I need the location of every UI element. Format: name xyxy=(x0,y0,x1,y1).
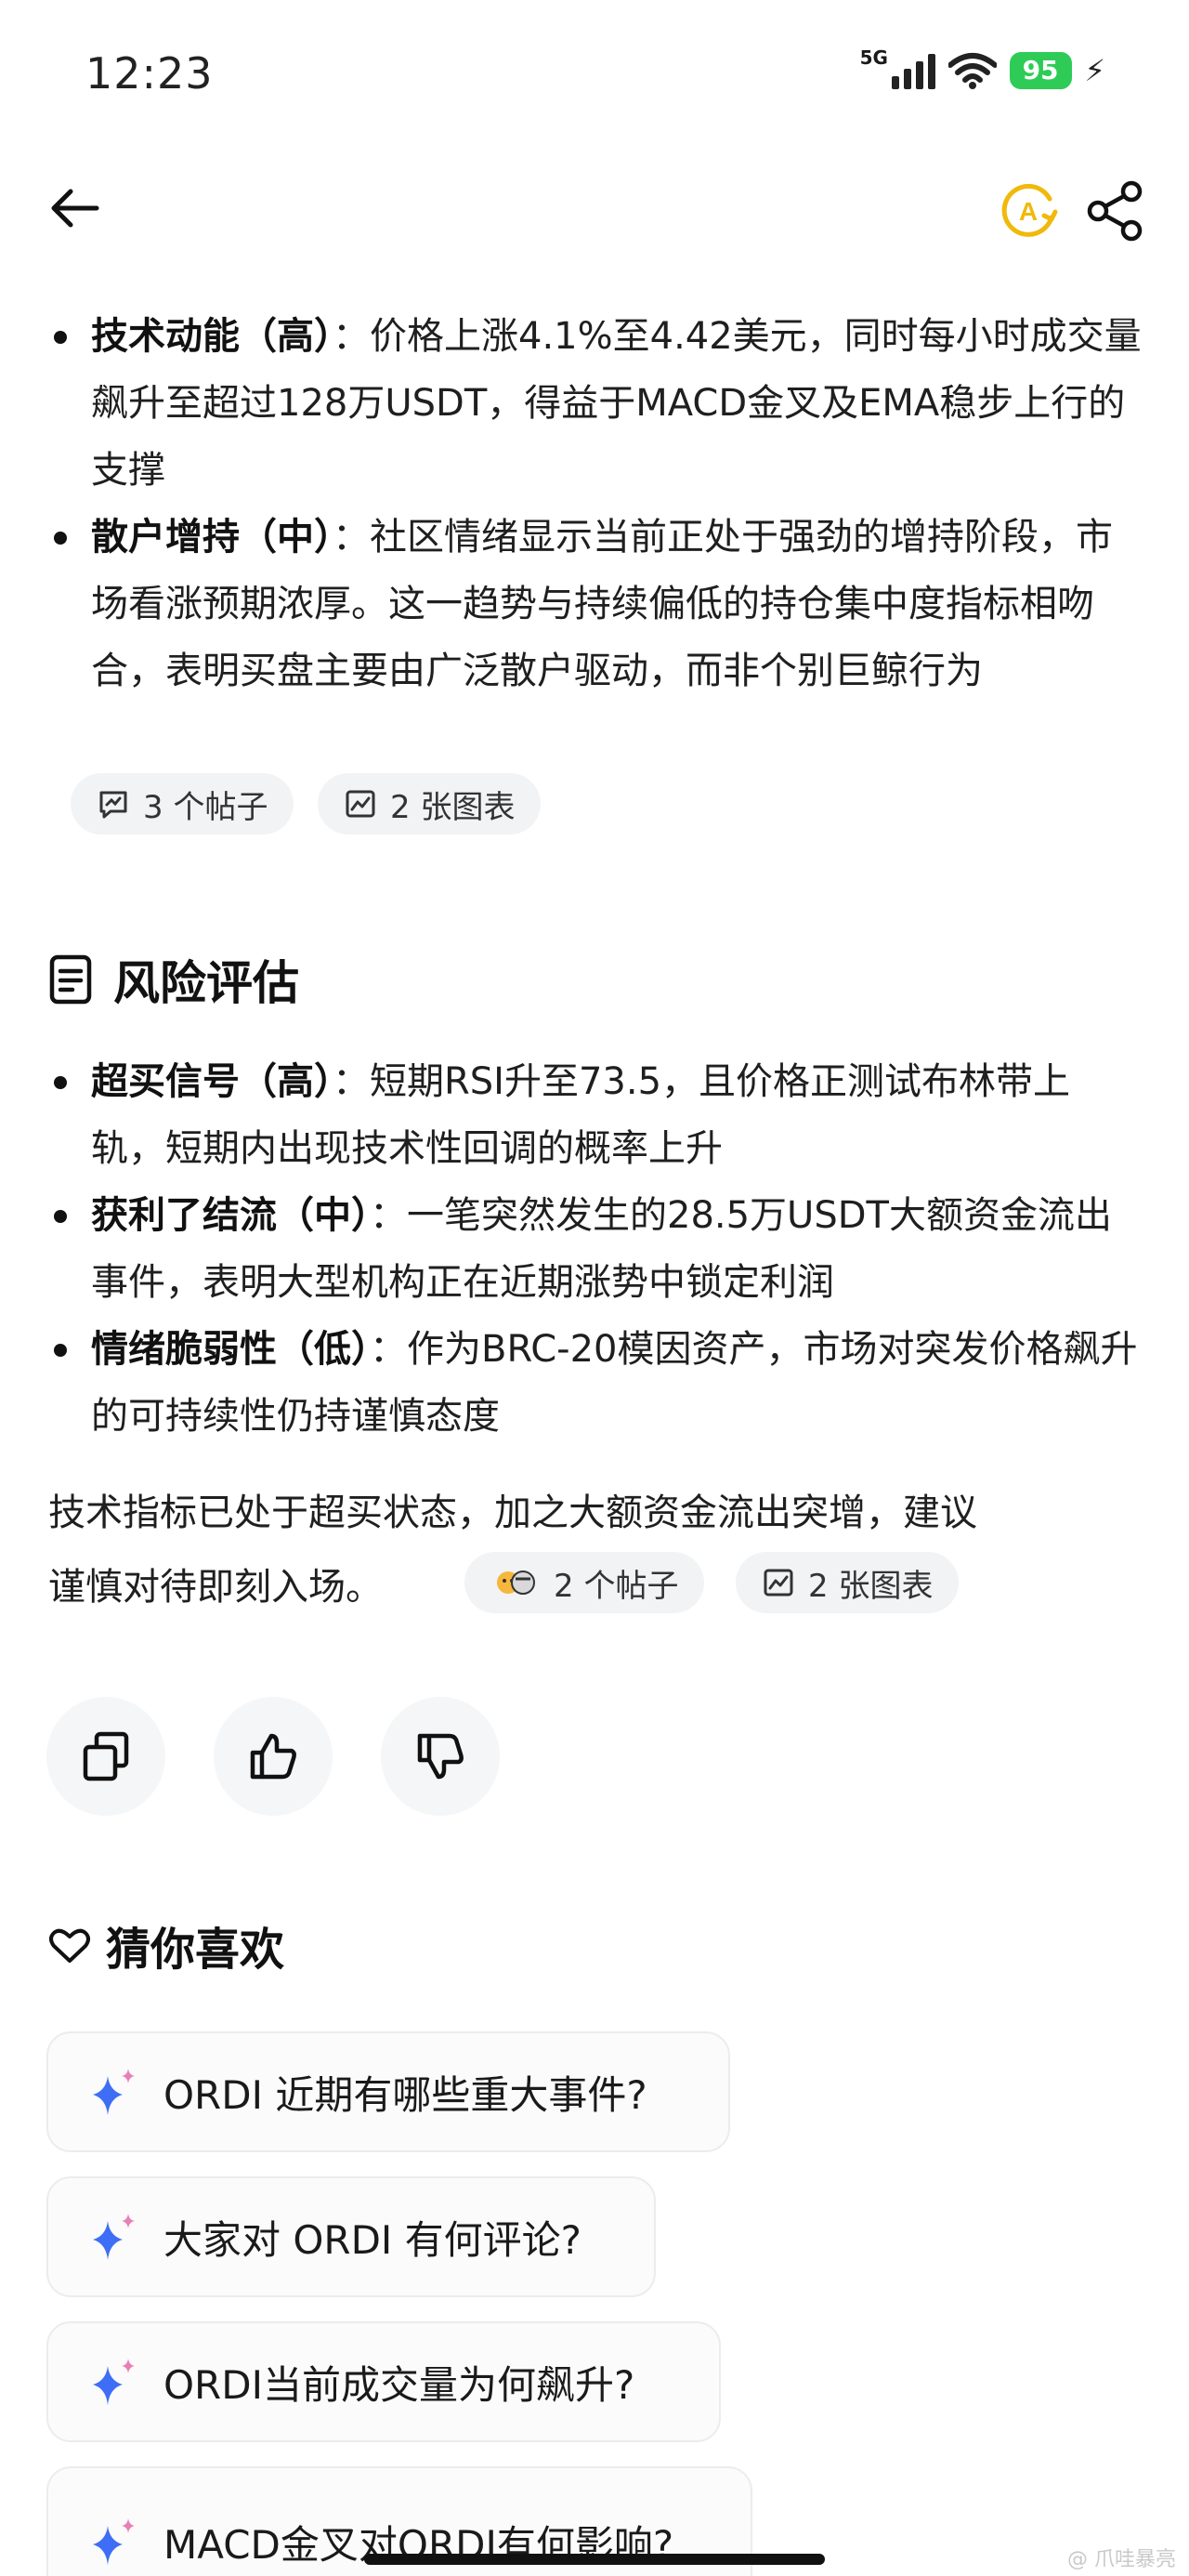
sparkle-icon xyxy=(93,2069,135,2115)
thumbs-down-icon xyxy=(417,1733,464,1780)
network-type: 5G xyxy=(859,46,888,69)
summary-line-1: 技术指标已处于超买状态，加之大额资金流出突增，建议 xyxy=(48,1492,977,1534)
copy-icon xyxy=(83,1731,129,1781)
sparkle-icon xyxy=(93,2214,135,2260)
suggestion-text: ORDI当前成交量为何飙升? xyxy=(163,2361,635,2408)
battery-indicator: 95 xyxy=(1009,52,1072,89)
sparkle-icon xyxy=(93,2518,135,2565)
charts-chip-label: 2 张图表 xyxy=(808,1567,934,1605)
bullet-heading: 获利了结流（中） xyxy=(91,1194,370,1237)
watermark: @ 爪哇暴亮 xyxy=(1067,2548,1176,2571)
suggestion-card[interactable]: ORDI 近期有哪些重大事件? xyxy=(46,2031,730,2152)
bullet-item: 情绪脆弱性（低）：作为BRC-20模因资产，市场对突发价格飙升的可持续性仍持谨慎… xyxy=(46,1316,1143,1450)
suggestion-text: ORDI 近期有哪些重大事件? xyxy=(163,2071,647,2118)
back-button[interactable] xyxy=(45,178,104,238)
copy-button[interactable] xyxy=(46,1697,165,1816)
risk-section-title: 风险评估 xyxy=(113,956,299,1010)
bullet-item: 超买信号（高）：短期RSI升至73.5，且价格正测试布林带上轨，短期内出现技术性… xyxy=(46,1048,1143,1182)
like-button[interactable] xyxy=(214,1697,333,1816)
sparkle-icon xyxy=(93,2359,135,2405)
document-icon xyxy=(49,954,92,1005)
charts-chip[interactable]: 2 张图表 xyxy=(736,1552,960,1613)
chart-icon xyxy=(764,1569,793,1597)
status-icons: 5G 95 ⚡ xyxy=(860,46,1105,89)
back-arrow-icon xyxy=(51,189,99,228)
bullet-heading: 超买信号（高） xyxy=(91,1060,333,1103)
user-avatars-icon xyxy=(497,1571,535,1595)
charts-chip[interactable]: 2 张图表 xyxy=(318,773,542,835)
risk-section-header: 风险评估 xyxy=(48,946,299,1013)
translate-button[interactable]: A xyxy=(996,178,1061,243)
bullet-item: 技术动能（高）：价格上涨4.1%至4.42美元，同时每小时成交量飙升至超过128… xyxy=(46,303,1143,504)
top-nav: A xyxy=(0,167,1189,242)
analysis-bullet-list: 技术动能（高）：价格上涨4.1%至4.42美元，同时每小时成交量飙升至超过128… xyxy=(46,303,1143,704)
suggestion-card[interactable]: ORDI当前成交量为何飙升? xyxy=(46,2321,721,2442)
home-indicator[interactable] xyxy=(364,2554,825,2565)
dislike-button[interactable] xyxy=(381,1697,500,1816)
bullet-separator: ： xyxy=(333,1060,370,1103)
posts-chip[interactable]: 3 个帖子 xyxy=(71,773,294,835)
bullet-heading: 情绪脆弱性（低） xyxy=(91,1328,370,1371)
guess-section-title: 猜你喜欢 xyxy=(106,1924,285,1976)
bullet-item: 获利了结流（中）：一笔突然发生的28.5万USDT大额资金流出事件，表明大型机构… xyxy=(46,1182,1143,1316)
suggestion-text: 大家对 ORDI 有何评论? xyxy=(163,2216,581,2263)
suggestion-card[interactable]: 大家对 ORDI 有何评论? xyxy=(46,2176,656,2297)
chart-icon xyxy=(346,790,375,818)
posts-chip[interactable]: 2 个帖子 xyxy=(464,1552,705,1613)
posts-chip-label: 3 个帖子 xyxy=(143,788,268,826)
svg-text:A: A xyxy=(1019,197,1038,226)
guess-section-header: 猜你喜欢 xyxy=(48,1912,284,1978)
heart-icon xyxy=(49,1928,90,1963)
bullet-item: 散户增持（中）：社区情绪显示当前正处于强劲的增持阶段，市场看涨预期浓厚。这一趋势… xyxy=(46,504,1143,704)
risk-bullet-list: 超买信号（高）：短期RSI升至73.5，且价格正测试布林带上轨，短期内出现技术性… xyxy=(46,1048,1143,1450)
bullet-separator: ： xyxy=(370,1328,407,1371)
bullet-heading: 散户增持（中） xyxy=(91,516,333,559)
charts-chip-label: 2 张图表 xyxy=(390,788,516,826)
bullet-separator: ： xyxy=(333,315,370,358)
status-time: 12:23 xyxy=(85,48,214,99)
cellular-signal-icon: 5G xyxy=(860,46,935,89)
posts-icon xyxy=(99,791,127,819)
bullet-separator: ： xyxy=(333,516,370,559)
share-icon xyxy=(1087,180,1143,242)
bullet-separator: ： xyxy=(370,1194,407,1237)
wifi-icon xyxy=(947,53,997,89)
posts-chip-label: 2 个帖子 xyxy=(554,1567,679,1605)
status-bar: 12:23 5G 95 ⚡ xyxy=(0,0,1189,158)
charging-icon: ⚡ xyxy=(1084,53,1105,88)
bullet-heading: 技术动能（高） xyxy=(91,315,333,358)
translate-icon: A xyxy=(1001,183,1058,237)
share-button[interactable] xyxy=(1083,178,1148,243)
thumbs-up-icon xyxy=(250,1733,296,1780)
